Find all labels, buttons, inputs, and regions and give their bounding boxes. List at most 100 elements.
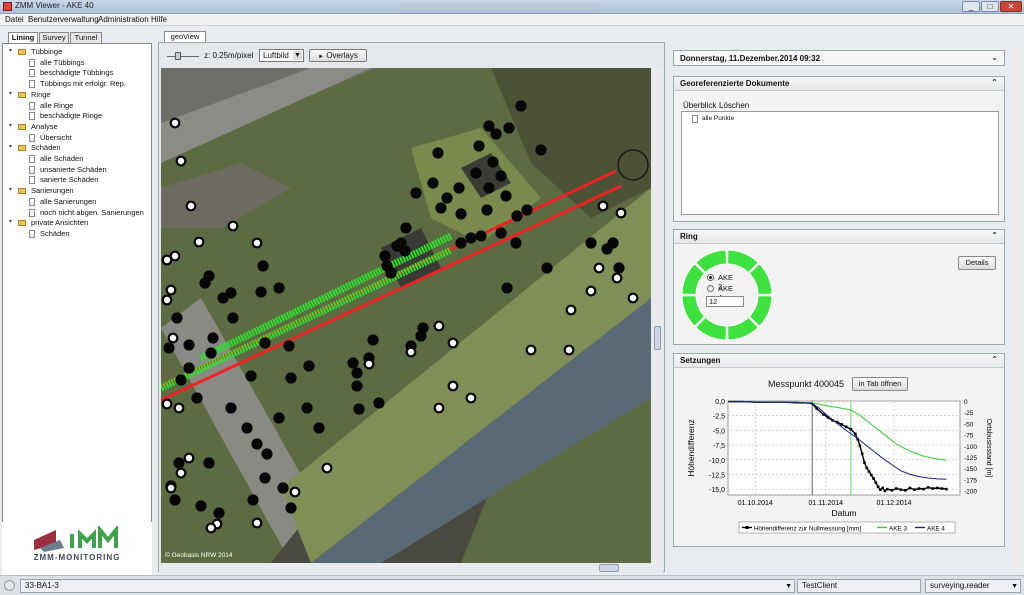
ring-header: Ring ⌃ <box>674 230 1004 244</box>
tree-item-label: alle Schäden <box>40 154 84 163</box>
measure-point-black <box>470 167 482 179</box>
tree-folder-label: Ringe <box>31 89 51 99</box>
map-vertical-scrollbar[interactable] <box>652 68 663 573</box>
settlement-chart: 0,0 -2,5 -5,0 -7,5 -10,0 -12,5 -15,0 0 -25 -50 -75… <box>686 399 992 534</box>
chart-point <box>849 427 853 431</box>
measure-point-white <box>165 482 177 494</box>
document-icon <box>29 101 35 110</box>
measure-point-black <box>241 422 253 434</box>
chart-point <box>881 486 884 490</box>
minimize-button[interactable]: _ <box>962 1 980 12</box>
right-scrollbar[interactable] <box>1012 44 1022 569</box>
chart-point <box>883 489 887 493</box>
map-horizontal-scrollbar[interactable] <box>159 563 652 573</box>
chart-x-tick-label: 01.10.2014 <box>738 500 773 507</box>
delete-link[interactable]: Löschen <box>719 101 749 110</box>
map-vertical-scroll-thumb[interactable] <box>654 326 661 350</box>
collapse-chevron-icon[interactable]: ⌃ <box>991 355 998 364</box>
ring-number-input[interactable]: 12 <box>706 296 744 307</box>
tree-expand-icon[interactable]: ▾ <box>9 187 14 193</box>
tree-item-label: beschädigte Ringe <box>40 111 103 121</box>
collapse-chevron-icon[interactable]: ⌃ <box>991 78 998 87</box>
docs-list-item[interactable]: alle Punkte <box>702 115 734 122</box>
open-in-tab-button[interactable]: in Tab öffnen <box>852 377 908 391</box>
logo-letter-m-2 <box>98 526 118 548</box>
radio-ake4[interactable] <box>707 285 714 292</box>
radio-ake3[interactable] <box>707 274 714 281</box>
measure-point-white <box>627 292 639 304</box>
tree-expand-icon[interactable]: ▾ <box>9 91 14 97</box>
chart-point <box>899 488 903 492</box>
overlays-button[interactable]: ► Overlays <box>309 49 367 62</box>
tree-folder-label: private Ansichten <box>31 218 89 228</box>
measure-point-white <box>167 332 179 344</box>
aerial-map[interactable]: © Geobasis NRW 2014 <box>161 68 651 563</box>
tab-lining[interactable]: Lining <box>8 32 38 43</box>
menu-administration[interactable]: Administration <box>98 15 149 24</box>
tree-expand-icon[interactable]: ▾ <box>9 144 14 150</box>
chart-y2-tick-label: -125 <box>964 455 977 462</box>
tree-expand-icon[interactable]: ▾ <box>9 48 14 54</box>
layer-select-value: Luftbild <box>263 51 289 60</box>
zoom-slider-knob[interactable] <box>175 52 181 60</box>
map-horizontal-scroll-thumb[interactable] <box>599 564 619 572</box>
measure-point-black <box>225 402 237 414</box>
measure-point-black <box>475 230 487 242</box>
measure-point-black <box>410 187 422 199</box>
tree-folder-label: Tübbinge <box>31 47 63 56</box>
tree-expand-icon[interactable]: ▾ <box>9 123 14 129</box>
menu-datei[interactable]: Datei <box>5 15 24 24</box>
chart-point <box>904 489 907 492</box>
tree-item-label: Übersicht <box>40 132 72 142</box>
document-icon <box>692 115 698 123</box>
collapse-chevron-icon[interactable]: ⌃ <box>991 231 998 240</box>
chart-x-tick-label: 01.11.2014 <box>809 500 844 507</box>
layer-select[interactable]: Luftbild ▼ <box>259 49 304 62</box>
measure-point-white <box>433 320 445 332</box>
chart-x-axis-label: Datum <box>831 508 856 518</box>
expand-chevron-icon[interactable]: ⌄ <box>991 53 998 62</box>
folder-icon <box>18 91 26 98</box>
folder-icon <box>18 123 26 130</box>
overview-link[interactable]: Überblick <box>683 101 716 110</box>
chevron-down-icon: ▼ <box>293 51 302 60</box>
chart-y-tick-label: 0,0 <box>715 399 725 406</box>
measure-point-white <box>565 304 577 316</box>
menu-hilfe[interactable]: Hilfe <box>151 15 167 24</box>
measure-point-black <box>379 250 391 262</box>
date-card: Donnerstag, 11.Dezember.2014 09:32 ⌄ <box>673 50 1005 66</box>
maximize-button[interactable]: □ <box>981 1 999 12</box>
measure-point-black <box>175 374 187 386</box>
location-select[interactable]: 33-BA1-3 ▼ <box>20 579 795 593</box>
measure-point-white <box>251 237 263 249</box>
chart-y2-tick-label: -50 <box>964 421 974 428</box>
measure-point-black <box>501 282 513 294</box>
measure-point-black <box>301 402 313 414</box>
zmm-logo <box>34 526 118 552</box>
document-icon <box>29 229 35 238</box>
measure-point-black <box>601 243 613 255</box>
tab-geoview[interactable]: geoView <box>164 31 206 42</box>
chart-point <box>872 477 875 480</box>
close-button[interactable]: ✕ <box>1000 1 1022 12</box>
logo-letter-i <box>70 534 74 548</box>
tree-expand-icon[interactable]: ▾ <box>9 219 14 225</box>
zoom-slider[interactable] <box>167 52 199 60</box>
tab-tunnel[interactable]: Tunnel <box>70 32 102 43</box>
map-svg <box>161 68 651 563</box>
measure-point-black <box>285 372 297 384</box>
ring-card: Ring ⌃ AKE 3 AKE 4 12 Details <box>673 229 1005 345</box>
details-button[interactable]: Details <box>958 256 996 270</box>
status-bar: 33-BA1-3 ▼ TestClient surveying.reader ▼ <box>0 575 1024 595</box>
chart-y2-tick-label: -175 <box>964 477 977 484</box>
tab-survey[interactable]: Survey <box>39 32 69 43</box>
measure-point-black <box>521 204 533 216</box>
client-field: TestClient <box>797 579 921 593</box>
menu-benutzerverwaltung[interactable]: Benutzerverwaltung <box>28 15 99 24</box>
chart-point <box>867 470 871 473</box>
measure-point-black <box>473 140 485 152</box>
measure-point-white <box>175 155 187 167</box>
play-icon: ► <box>318 54 325 60</box>
left-panel: Lining Survey Tunnel ▾ Tübbinge alle Tübbi… <box>0 30 155 575</box>
user-select[interactable]: surveying.reader ▼ <box>925 579 1021 593</box>
